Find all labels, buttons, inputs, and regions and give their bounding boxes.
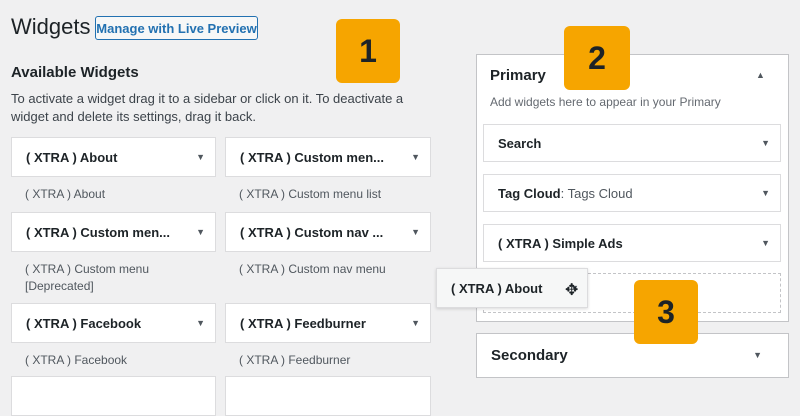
widget-xtra-about[interactable]: ( XTRA ) About ▼: [11, 137, 216, 177]
widget-title: ( XTRA ) Facebook: [26, 315, 142, 331]
callout-badge-1: 1: [336, 19, 400, 83]
caret-down-icon[interactable]: ▼: [761, 138, 770, 148]
caret-down-icon[interactable]: ▼: [761, 188, 770, 198]
sidebar-widget-simple-ads[interactable]: ( XTRA ) Simple Ads ▼: [483, 224, 781, 262]
widget-subtitle: : Tags Cloud: [560, 185, 633, 201]
widget-box-partial[interactable]: [11, 376, 216, 416]
caret-down-icon[interactable]: ▼: [196, 318, 205, 328]
caret-down-icon[interactable]: ▼: [761, 238, 770, 248]
widget-title: ( XTRA ) Simple Ads: [498, 235, 623, 251]
widget-description: ( XTRA ) About: [25, 187, 106, 201]
widget-title: ( XTRA ) About: [26, 149, 118, 165]
callout-badge-2: 2: [564, 26, 630, 90]
widget-title: ( XTRA ) Feedburner: [240, 315, 366, 331]
available-widgets-description: To activate a widget drag it to a sideba…: [11, 91, 404, 124]
callout-badge-3: 3: [634, 280, 698, 344]
widget-description: ( XTRA ) Custom menu list: [239, 187, 382, 201]
widget-title: ( XTRA ) About: [451, 280, 543, 296]
widget-title: Tag Cloud: [498, 185, 561, 201]
caret-up-icon[interactable]: ▲: [756, 71, 765, 80]
widget-box-partial[interactable]: [225, 376, 431, 416]
widget-xtra-facebook[interactable]: ( XTRA ) Facebook ▼: [11, 303, 216, 343]
caret-down-icon[interactable]: ▼: [411, 318, 420, 328]
caret-down-icon[interactable]: ▼: [753, 351, 762, 360]
widget-description: ( XTRA ) Facebook: [25, 353, 128, 367]
widget-title: ( XTRA ) Custom men...: [26, 224, 170, 240]
page-title: Widgets: [11, 14, 91, 39]
widget-xtra-custom-menu-deprecated[interactable]: ( XTRA ) Custom men... ▼: [11, 212, 216, 252]
widget-description: ( XTRA ) Feedburner: [239, 353, 351, 367]
widget-title: Search: [498, 135, 542, 151]
secondary-sidebar-title: Secondary: [491, 347, 568, 364]
widget-description: ( XTRA ) Custom menu [Deprecated]: [25, 262, 150, 293]
caret-down-icon[interactable]: ▼: [411, 227, 420, 237]
sidebar-widget-tag-cloud[interactable]: Tag Cloud: Tags Cloud ▼: [483, 174, 781, 212]
primary-sidebar-description: Add widgets here to appear in your Prima…: [490, 95, 721, 109]
caret-down-icon[interactable]: ▼: [196, 152, 205, 162]
available-widgets-heading: Available Widgets: [11, 64, 139, 81]
secondary-sidebar[interactable]: Secondary ▼: [476, 333, 789, 378]
widget-description: ( XTRA ) Custom nav menu: [239, 262, 386, 276]
widget-xtra-custom-menu-list[interactable]: ( XTRA ) Custom men... ▼: [225, 137, 431, 177]
widget-title: ( XTRA ) Custom nav ...: [240, 224, 384, 240]
caret-down-icon[interactable]: ▼: [411, 152, 420, 162]
widget-xtra-custom-nav-menu[interactable]: ( XTRA ) Custom nav ... ▼: [225, 212, 431, 252]
primary-sidebar-title[interactable]: Primary: [490, 67, 546, 84]
manage-live-preview-button[interactable]: Manage with Live Preview: [95, 16, 258, 40]
move-cursor-icon: ✥: [565, 282, 579, 299]
caret-down-icon[interactable]: ▼: [196, 227, 205, 237]
widget-title: ( XTRA ) Custom men...: [240, 149, 384, 165]
widget-xtra-feedburner[interactable]: ( XTRA ) Feedburner ▼: [225, 303, 431, 343]
sidebar-widget-search[interactable]: Search ▼: [483, 124, 781, 162]
